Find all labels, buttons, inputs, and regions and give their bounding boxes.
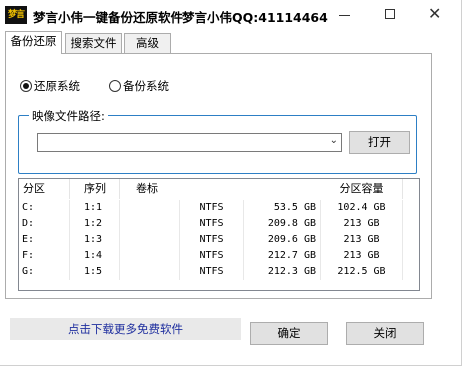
title-bar: 梦言 梦言小伟一键备份还原软件 梦言小伟QQ:41114464 ✕ <box>0 0 462 30</box>
tab-advanced[interactable]: 高级 <box>124 33 171 53</box>
cell-used: 212.7 GB <box>244 248 321 264</box>
cell-capacity: 102.4 GB <box>321 200 403 216</box>
cell-label <box>120 248 180 264</box>
cell-used: 212.3 GB <box>244 264 321 280</box>
chevron-down-icon[interactable]: ⌄ <box>330 135 338 146</box>
open-button[interactable]: 打开 <box>349 131 410 154</box>
table-row[interactable]: D: 1:2 NTFS 209.8 GB 213 GB <box>19 216 419 232</box>
image-path-legend: 映像文件路径: <box>29 108 108 124</box>
window-title: 梦言小伟一键备份还原软件 <box>33 10 184 25</box>
cell-used: 209.8 GB <box>244 216 321 232</box>
cell-partition: F: <box>19 248 70 264</box>
cell-capacity: 213 GB <box>321 232 403 248</box>
image-path-combobox[interactable]: ⌄ <box>37 133 342 152</box>
tab-search-files[interactable]: 搜索文件 <box>65 33 122 53</box>
table-row[interactable]: G: 1:5 NTFS 212.3 GB 212.5 GB <box>19 264 419 280</box>
cell-sequence: 1:3 <box>70 232 120 248</box>
cell-partition: C: <box>19 200 70 216</box>
maximize-button[interactable] <box>376 4 406 26</box>
main-window: 梦言 梦言小伟一键备份还原软件 梦言小伟QQ:41114464 ✕ 备份还原 搜… <box>0 0 462 366</box>
close-button[interactable]: 关闭 <box>346 322 424 345</box>
minimize-button[interactable] <box>330 4 360 26</box>
cell-sequence: 1:4 <box>70 248 120 264</box>
cell-sequence: 1:1 <box>70 200 120 216</box>
app-logo-icon: 梦言 <box>5 6 27 24</box>
close-icon: ✕ <box>428 4 442 23</box>
restore-system-radio[interactable]: 还原系统 <box>20 78 80 94</box>
download-more-link[interactable]: 点击下载更多免费软件 <box>10 318 241 340</box>
cell-filesystem: NTFS <box>180 216 244 232</box>
header-mask <box>166 179 322 199</box>
table-header: 分区 序列 卷标 分区容量 <box>19 179 419 199</box>
cell-label <box>120 200 180 216</box>
backup-system-label: 备份系统 <box>123 79 169 93</box>
cell-label <box>120 216 180 232</box>
cell-partition: E: <box>19 232 70 248</box>
cell-capacity: 213 GB <box>321 248 403 264</box>
cell-label <box>120 232 180 248</box>
partition-table: 分区 序列 卷标 分区容量 C: 1:1 NTFS 53.5 GB 102.4 … <box>18 178 420 291</box>
col-partition[interactable]: 分区 <box>19 179 70 199</box>
cell-used: 53.5 GB <box>244 200 321 216</box>
cell-capacity: 212.5 GB <box>321 264 403 280</box>
cell-partition: G: <box>19 264 70 280</box>
backup-system-radio[interactable]: 备份系统 <box>109 78 169 94</box>
cell-sequence: 1:2 <box>70 216 120 232</box>
cell-capacity: 213 GB <box>321 216 403 232</box>
close-window-button[interactable]: ✕ <box>421 4 451 26</box>
cell-filesystem: NTFS <box>180 248 244 264</box>
minimize-icon <box>339 15 350 16</box>
radio-selected-icon <box>20 80 32 92</box>
table-row[interactable]: E: 1:3 NTFS 209.6 GB 213 GB <box>19 232 419 248</box>
cell-sequence: 1:5 <box>70 264 120 280</box>
tab-panel: 还原系统 备份系统 映像文件路径: ⌄ 打开 分区 序列 卷标 分区容量 C: … <box>5 53 432 299</box>
cell-label <box>120 264 180 280</box>
cell-filesystem: NTFS <box>180 264 244 280</box>
cell-partition: D: <box>19 216 70 232</box>
table-row[interactable]: C: 1:1 NTFS 53.5 GB 102.4 GB <box>19 200 419 216</box>
cell-used: 209.6 GB <box>244 232 321 248</box>
restore-system-label: 还原系统 <box>34 79 80 93</box>
radio-unselected-icon <box>109 80 121 92</box>
cell-filesystem: NTFS <box>180 200 244 216</box>
cell-filesystem: NTFS <box>180 232 244 248</box>
col-capacity[interactable]: 分区容量 <box>321 179 403 199</box>
ok-button[interactable]: 确定 <box>250 322 328 345</box>
tab-backup-restore[interactable]: 备份还原 <box>5 31 62 54</box>
maximize-icon <box>385 9 395 19</box>
col-sequence[interactable]: 序列 <box>70 179 120 199</box>
table-row[interactable]: F: 1:4 NTFS 212.7 GB 213 GB <box>19 248 419 264</box>
image-path-group: 映像文件路径: ⌄ 打开 <box>18 108 417 174</box>
window-qq: 梦言小伟QQ:41114464 <box>182 10 328 25</box>
